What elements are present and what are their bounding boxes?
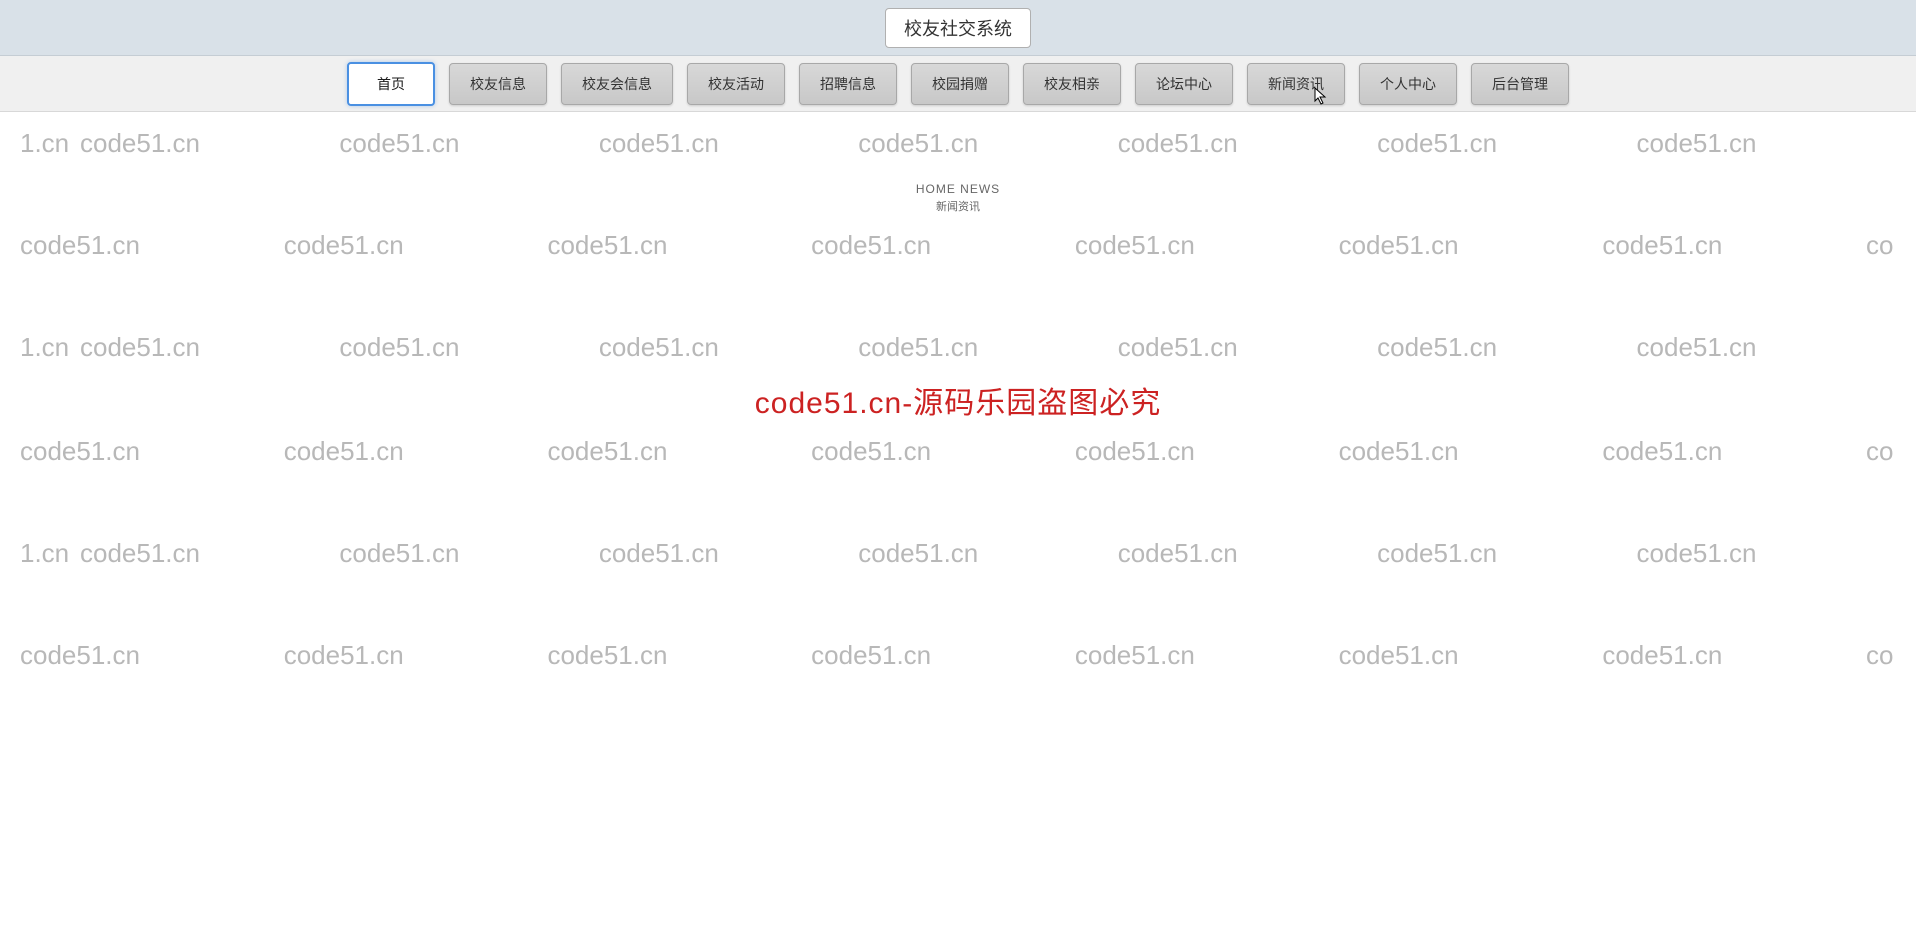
watermark-text: co <box>1866 640 1896 671</box>
header-bar: 校友社交系统 <box>0 0 1916 56</box>
nav-profile[interactable]: 个人中心 <box>1359 63 1457 105</box>
watermark-notice: code51.cn-源码乐园盗图必究 <box>0 378 1916 422</box>
watermark-text: code51.cn <box>1075 640 1339 671</box>
watermark-text: code51.cn <box>1118 332 1377 363</box>
watermark-text: co <box>1866 436 1896 467</box>
nav-recruitment[interactable]: 招聘信息 <box>799 63 897 105</box>
nav-alumni-association[interactable]: 校友会信息 <box>561 63 673 105</box>
watermark-text: code51.cn <box>1377 332 1636 363</box>
watermark-text: code51.cn <box>1602 230 1866 261</box>
watermark-text: code51.cn <box>858 332 1117 363</box>
watermark-text: code51.cn <box>858 538 1117 569</box>
nav-alumni-info[interactable]: 校友信息 <box>449 63 547 105</box>
nav-matchmaking[interactable]: 校友相亲 <box>1023 63 1121 105</box>
watermark-text: 1.cn <box>20 332 80 363</box>
watermark-text: code51.cn <box>1637 538 1896 569</box>
watermark-text: code51.cn <box>1075 436 1339 467</box>
watermark-text: code51.cn <box>811 640 1075 671</box>
watermark-text: code51.cn <box>1075 230 1339 261</box>
watermark-text: code51.cn <box>811 230 1075 261</box>
watermark-text: code51.cn <box>1339 640 1603 671</box>
watermark-text: code51.cn <box>20 230 284 261</box>
nav-admin[interactable]: 后台管理 <box>1471 63 1569 105</box>
watermark-text: 1.cn <box>20 538 80 569</box>
watermark-text: code51.cn <box>284 640 548 671</box>
watermark-text: code51.cn <box>1118 538 1377 569</box>
watermark-text: code51.cn <box>1377 538 1636 569</box>
watermark-text: code51.cn <box>599 332 858 363</box>
watermark-text: code51.cn <box>339 332 598 363</box>
watermark-text: code51.cn <box>547 230 811 261</box>
nav-forum[interactable]: 论坛中心 <box>1135 63 1233 105</box>
watermark-text: code51.cn <box>547 436 811 467</box>
watermark-text: code51.cn <box>80 332 339 363</box>
watermark-text: code51.cn <box>1602 640 1866 671</box>
app-title: 校友社交系统 <box>885 8 1031 48</box>
watermark-text: code51.cn <box>1339 230 1603 261</box>
watermark-text: code51.cn <box>284 436 548 467</box>
nav-alumni-activity[interactable]: 校友活动 <box>687 63 785 105</box>
watermark-text: code51.cn <box>20 436 284 467</box>
watermark-text: code51.cn <box>284 230 548 261</box>
watermark-text: code51.cn <box>20 640 284 671</box>
watermark-text: code51.cn <box>811 436 1075 467</box>
watermark-text: code51.cn <box>1602 436 1866 467</box>
watermark-text: code51.cn <box>339 538 598 569</box>
watermark-text: code51.cn <box>599 538 858 569</box>
watermark-text: co <box>1866 230 1896 261</box>
content-area: HOME NEWS 新闻资讯 <box>0 112 1916 214</box>
nav-bar: 首页 校友信息 校友会信息 校友活动 招聘信息 校园捐赠 校友相亲 论坛中心 新… <box>0 56 1916 112</box>
section-title-en: HOME NEWS <box>0 182 1916 196</box>
watermark-text: code51.cn <box>547 640 811 671</box>
nav-donation[interactable]: 校园捐赠 <box>911 63 1009 105</box>
nav-news[interactable]: 新闻资讯 <box>1247 63 1345 105</box>
watermark-text: code51.cn <box>1637 332 1896 363</box>
watermark-text: code51.cn <box>80 538 339 569</box>
nav-home[interactable]: 首页 <box>347 62 435 106</box>
watermark-text: code51.cn <box>1339 436 1603 467</box>
section-title-cn: 新闻资讯 <box>0 198 1916 214</box>
